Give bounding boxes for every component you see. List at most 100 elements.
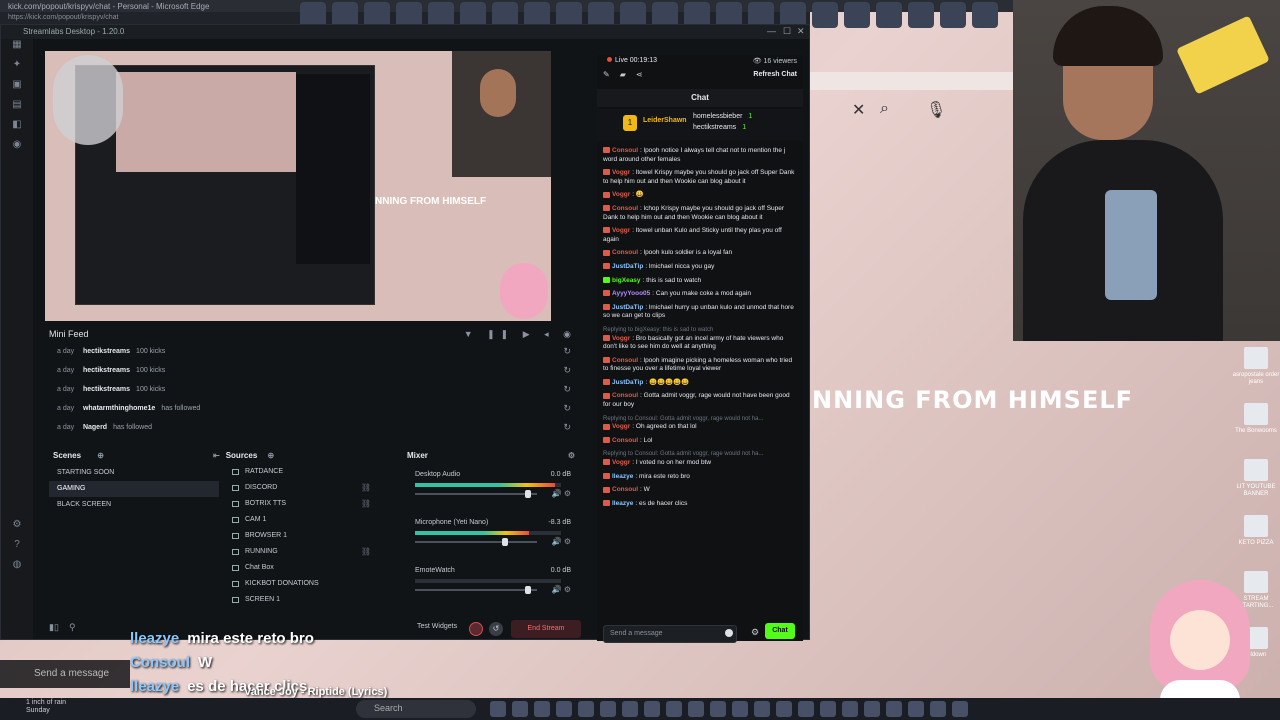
scene-item[interactable]: BLACK SCREEN [49,497,219,513]
taskbar-app-icon[interactable] [512,701,528,717]
send-chat-button[interactable]: Chat [765,623,795,639]
apps-icon[interactable]: ◧ [1,119,33,139]
scene-preview[interactable]: NNING FROM HIMSELF [45,51,551,321]
chat-username[interactable]: JustDaTip [612,379,643,386]
taskbar-app-icon[interactable] [952,701,968,717]
taskbar-app-icon[interactable] [776,701,792,717]
taskbar-app-icon[interactable] [534,701,550,717]
mute-settings-icons[interactable]: 🔊 ⚙ [552,585,571,594]
chat-input[interactable]: Send a message [603,625,737,643]
mixer-settings-icon[interactable]: ⚙ [568,451,575,460]
replay-icon[interactable]: ↻ [563,346,571,357]
taskbar-app-icon[interactable] [754,701,770,717]
taskbar-app-icon[interactable] [666,701,682,717]
link-icon[interactable]: ⛓ [361,483,371,492]
taskbar-app-icon[interactable] [600,701,616,717]
refresh-chat-button[interactable]: Refresh Chat [753,71,797,78]
mini-feed-controls[interactable]: ▼ ❚❚ ▶ ◂ ◉ [464,329,577,340]
taskbar-app-icon[interactable] [930,701,946,717]
taskbar-app-icon[interactable] [490,701,506,717]
chat-username[interactable]: Voggr [612,227,630,234]
end-stream-button[interactable]: End Stream [511,620,581,638]
editor-icon[interactable]: ▦ [1,39,33,59]
event-user[interactable]: hectikstreams [83,348,130,355]
replay-icon[interactable]: ↻ [563,384,571,395]
desktop-app-icon[interactable] [908,2,934,28]
event-user[interactable]: hectikstreams [83,386,130,393]
settings-icon[interactable]: ⚙ [1,519,33,539]
event-user[interactable]: Nagerd [83,424,107,431]
replay-icon[interactable]: ↻ [563,365,571,376]
taskbar-app-icon[interactable] [578,701,594,717]
supporter-name[interactable]: homelessbieber [693,113,742,120]
desktop-app-icon[interactable] [940,2,966,28]
chat-username[interactable]: lleazye [612,500,633,507]
close-icon[interactable]: ✕ [797,26,805,37]
desktop-app-icon[interactable] [876,2,902,28]
close-icon[interactable]: ✕ [852,100,865,120]
chat-username[interactable]: Consoul [612,392,638,399]
source-item[interactable]: RATDANCE [223,465,393,481]
desktop-app-icon[interactable] [812,2,838,28]
replay-icon[interactable]: ↻ [563,403,571,414]
volume-slider[interactable] [415,538,537,546]
chat-username[interactable]: Consoul [612,147,638,154]
taskbar-app-icon[interactable] [622,701,638,717]
search-icon[interactable]: ⌕ [880,100,889,118]
source-item[interactable]: RUNNING ⛓ [223,545,393,561]
event-user[interactable]: hectikstreams [83,367,130,374]
source-item[interactable]: KICKBOT DONATIONS [223,577,393,593]
taskbar-app-icon[interactable] [798,701,814,717]
emote-icon[interactable] [725,629,733,637]
event-user[interactable]: whatarmthinghome1e [83,405,155,412]
taskbar-app-icon[interactable] [710,701,726,717]
source-item[interactable]: CAM 1 [223,513,393,529]
chat-username[interactable]: Consoul [612,357,638,364]
minimize-icon[interactable]: — [767,26,776,36]
taskbar-app-icon[interactable] [732,701,748,717]
source-item[interactable]: BROWSER 1 [223,529,393,545]
chat-username[interactable]: Consoul [612,249,638,256]
store-icon[interactable]: ▣ [1,79,33,99]
desktop-app-icon[interactable] [972,2,998,28]
weather-widget[interactable]: 1 inch of rain Sunday [26,699,66,715]
chat-username[interactable]: AyyyYooo05 [612,290,650,297]
desktop-shortcut[interactable]: LIT YOUTUBE BANNER [1232,457,1280,513]
chat-username[interactable]: JustDaTip [612,263,643,270]
source-item[interactable]: DISCORD ⛓ [223,481,393,497]
widgets-icon[interactable]: ▤ [1,99,33,119]
chat-username[interactable]: Consoul [612,486,638,493]
taskbar-app-icon[interactable] [864,701,880,717]
source-item[interactable]: BOTRIX TTS ⛓ [223,497,393,513]
volume-slider[interactable] [415,490,537,498]
share-icon[interactable]: ⋖ [636,70,653,79]
slider-knob[interactable] [502,538,508,546]
link-icon[interactable]: ⛓ [361,499,371,508]
slider-knob[interactable] [525,586,532,594]
desktop-shortcut[interactable]: The Bonwooms [1232,401,1280,457]
add-scene-icon[interactable]: ⊕ [97,451,104,460]
chat-settings-icon[interactable]: ⚙ [751,627,759,638]
dashboard-icon[interactable]: ◉ [1,139,33,159]
chat-username[interactable]: Voggr [612,459,630,466]
scene-item[interactable]: STARTING SOON [49,465,219,481]
help-icon[interactable]: ? [1,539,33,559]
mute-settings-icons[interactable]: 🔊 ⚙ [552,537,571,546]
collapse-icon[interactable]: ⇤ [213,451,220,460]
replay-buffer-button[interactable]: ↺ [489,622,503,636]
test-widgets-button[interactable]: Test Widgets [417,623,457,630]
edit-icon[interactable]: ✎ [603,70,620,79]
chat-username[interactable]: Consoul [612,205,638,212]
chat-username[interactable]: Voggr [612,169,630,176]
microphone-icon[interactable]: 🎙 [926,100,946,120]
desktop-app-icon[interactable] [844,2,870,28]
folder-icon[interactable]: ▰ [620,70,636,79]
chat-username[interactable]: lleazye [612,473,633,480]
source-item[interactable]: Chat Box [223,561,393,577]
chat-username[interactable]: Voggr [612,423,630,430]
maximize-icon[interactable]: ☐ [783,26,791,37]
scene-item[interactable]: GAMING [49,481,219,497]
desktop-shortcut[interactable]: KETO PIZZA [1232,513,1280,569]
chat-username[interactable]: JustDaTip [612,304,643,311]
top-supporter[interactable]: LeiderShawn [643,117,687,124]
